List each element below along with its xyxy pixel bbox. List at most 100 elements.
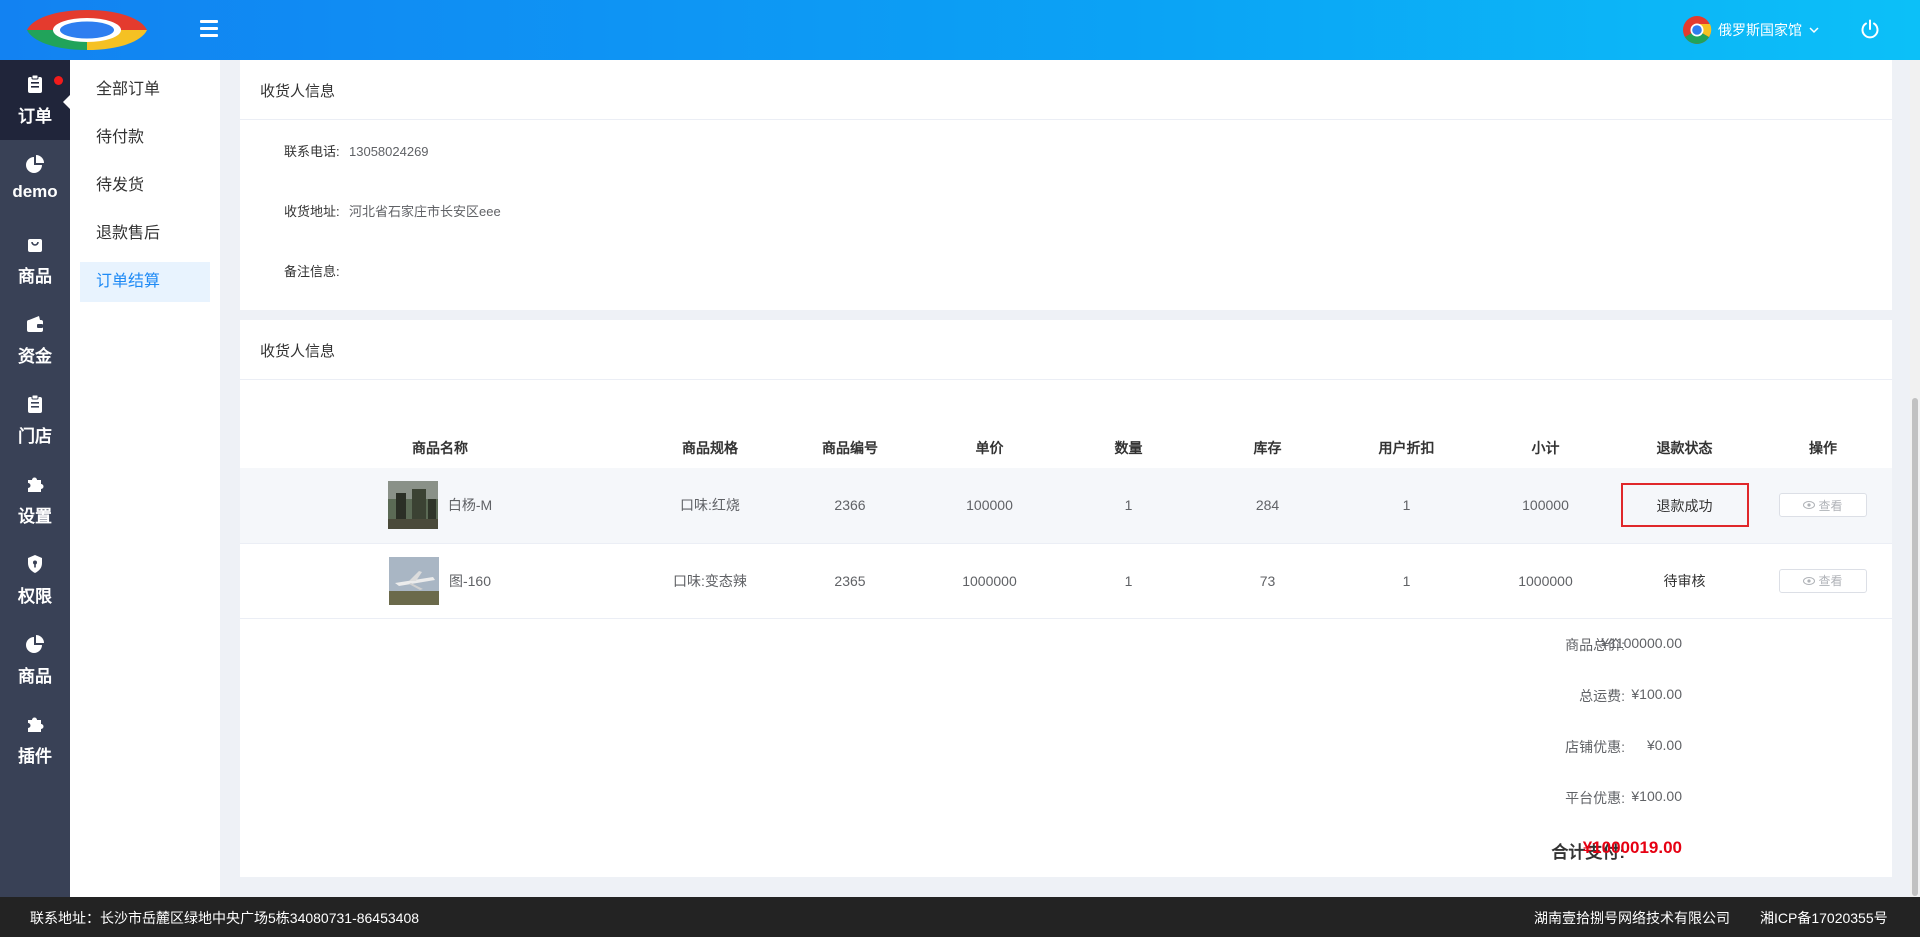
submenu-item-refunds[interactable]: 退款售后 bbox=[80, 214, 210, 254]
sidebar-item-settings[interactable]: 设置 bbox=[0, 460, 70, 540]
user-menu[interactable]: 俄罗斯国家馆 bbox=[1682, 15, 1820, 45]
column-header: 库存 bbox=[1253, 440, 1282, 456]
pie-chart-icon bbox=[26, 155, 44, 173]
goods-qty: 1 bbox=[1059, 543, 1198, 619]
submenu-item-settlement[interactable]: 订单结算 bbox=[80, 262, 210, 302]
total-price-value: ¥1100000.00 bbox=[1601, 635, 1682, 651]
phone-row: 联系电话: 13058024269 bbox=[284, 141, 429, 160]
submenu-item-pending-payment[interactable]: 待付款 bbox=[80, 118, 210, 158]
goods-discount: 1 bbox=[1337, 543, 1476, 619]
shield-icon bbox=[28, 555, 42, 573]
sidebar-item-plugins[interactable]: 插件 bbox=[0, 700, 70, 780]
column-header: 商品规格 bbox=[682, 440, 738, 456]
product-thumbnail[interactable] bbox=[388, 556, 439, 605]
view-button[interactable]: 查看 bbox=[1779, 568, 1867, 593]
goods-price: 100000 bbox=[920, 468, 1059, 544]
pay-total-value: ¥1000019.00 bbox=[1582, 838, 1682, 857]
footer-icp: 湘ICP备17020355号 bbox=[1760, 910, 1888, 926]
goods-subtotal: 100000 bbox=[1476, 468, 1615, 544]
submenu-item-all-orders[interactable]: 全部订单 bbox=[80, 70, 210, 110]
table-row: 白杨-M 口味:红烧 2366 100000 1 284 1 100000 退款… bbox=[240, 468, 1892, 544]
table-row: 图-160 口味:变态辣 2365 1000000 1 73 1 1000000… bbox=[240, 543, 1892, 619]
notification-dot bbox=[54, 76, 63, 85]
sidebar-item-label: 门店 bbox=[18, 427, 52, 446]
refund-status-cell: 退款成功 bbox=[1615, 468, 1754, 544]
sidebar-item-label: 设置 bbox=[18, 507, 52, 526]
submenu-item-pending-shipment[interactable]: 待发货 bbox=[80, 166, 210, 206]
goods-name: 图-160 bbox=[448, 572, 492, 589]
divider bbox=[240, 379, 1892, 380]
goods-discount: 1 bbox=[1337, 468, 1476, 544]
card-title: 收货人信息 bbox=[260, 343, 336, 360]
goods-name-cell: 图-160 bbox=[240, 543, 640, 619]
sidebar-item-label: 商品 bbox=[18, 267, 52, 286]
view-button[interactable]: 查看 bbox=[1779, 493, 1867, 518]
goods-name-wrap: 白杨-M bbox=[240, 481, 640, 530]
column-header: 商品编号 bbox=[822, 440, 878, 456]
divider bbox=[240, 119, 1892, 120]
page-footer: 联系地址：长沙市岳麓区绿地中央广场5栋34080731-86453408 湖南壹… bbox=[0, 897, 1920, 937]
sidebar-item-label: 插件 bbox=[18, 747, 52, 766]
sidebar-item-goods-2[interactable]: 商品 bbox=[0, 620, 70, 700]
goods-subtotal: 1000000 bbox=[1476, 543, 1615, 619]
column-header: 退款状态 bbox=[1656, 440, 1713, 456]
address-label: 收货地址: bbox=[284, 204, 340, 219]
remark-label: 备注信息: bbox=[284, 264, 340, 279]
logo-icon[interactable] bbox=[26, 9, 148, 51]
goods-price: 1000000 bbox=[920, 543, 1059, 619]
address-row: 收货地址: 河北省石家庄市长安区eee bbox=[284, 201, 501, 220]
goods-table: 商品名称 商品规格 商品编号 单价 数量 库存 用户折扣 小计 退款状态 操作 bbox=[240, 428, 1892, 619]
menu-toggle-icon[interactable] bbox=[200, 20, 218, 40]
goods-name: 白杨-M bbox=[447, 497, 493, 514]
sidebar-item-label: demo bbox=[12, 182, 58, 201]
order-submenu: 全部订单 待付款 待发货 退款售后 订单结算 bbox=[70, 60, 220, 897]
goods-stock: 73 bbox=[1198, 543, 1337, 619]
goods-code: 2365 bbox=[780, 543, 920, 619]
puzzle-icon bbox=[28, 477, 44, 492]
goods-card: 收货人信息 商品名称 商品规格 商品编号 单价 数量 库存 用户折扣 小计 退款… bbox=[240, 320, 1892, 877]
column-header: 单价 bbox=[975, 440, 1004, 456]
scrollbar-thumb[interactable] bbox=[1912, 398, 1918, 896]
main-sidebar: 订单 demo 商品 资金 门店 设置 权限 商品 插件 bbox=[0, 60, 71, 897]
column-header: 小计 bbox=[1531, 440, 1560, 456]
sidebar-item-orders[interactable]: 订单 bbox=[0, 60, 71, 140]
action-cell: 查看 bbox=[1754, 543, 1892, 619]
store-discount-value: ¥0.00 bbox=[1646, 737, 1682, 753]
refund-status: 待审核 bbox=[1615, 543, 1754, 619]
eye-icon bbox=[1803, 576, 1816, 585]
column-header: 用户折扣 bbox=[1378, 440, 1435, 456]
phone-label: 联系电话: bbox=[284, 144, 340, 159]
remark-row: 备注信息: bbox=[284, 261, 349, 280]
action-cell: 查看 bbox=[1754, 468, 1892, 544]
view-button-label: 查看 bbox=[1818, 498, 1843, 513]
shipping-value: ¥100.00 bbox=[1631, 686, 1682, 702]
address-value: 河北省石家庄市长安区eee bbox=[349, 204, 501, 219]
goods-qty: 1 bbox=[1059, 468, 1198, 544]
goods-spec: 口味:变态辣 bbox=[640, 543, 780, 619]
platform-discount-value: ¥100.00 bbox=[1631, 788, 1682, 804]
clipboard-icon bbox=[28, 74, 42, 93]
sidebar-item-goods[interactable]: 商品 bbox=[0, 220, 70, 300]
goods-name-cell: 白杨-M bbox=[240, 468, 640, 544]
view-button-label: 查看 bbox=[1818, 574, 1843, 588]
power-icon[interactable] bbox=[1859, 18, 1881, 40]
sidebar-item-stores[interactable]: 门店 bbox=[0, 380, 70, 460]
goods-stock: 284 bbox=[1198, 468, 1337, 544]
sidebar-item-permissions[interactable]: 权限 bbox=[0, 540, 70, 620]
sidebar-item-label: 订单 bbox=[18, 107, 52, 126]
receiver-info-card: 收货人信息 联系电话: 13058024269 收货地址: 河北省石家庄市长安区ee… bbox=[240, 60, 1892, 310]
product-thumbnail[interactable] bbox=[387, 481, 438, 530]
sidebar-item-funds[interactable]: 资金 bbox=[0, 300, 70, 380]
user-name: 俄罗斯国家馆 bbox=[1718, 22, 1802, 38]
goods-spec: 口味:红烧 bbox=[640, 468, 780, 544]
user-avatar-icon bbox=[1683, 16, 1712, 44]
sidebar-item-label: 商品 bbox=[18, 667, 52, 686]
sidebar-item-label: 权限 bbox=[18, 587, 52, 606]
puzzle-icon bbox=[28, 717, 44, 732]
column-header: 操作 bbox=[1809, 440, 1837, 456]
footer-company: 湖南壹拾捌号网络技术有限公司 bbox=[1534, 910, 1730, 926]
table-header-row: 商品名称 商品规格 商品编号 单价 数量 库存 用户折扣 小计 退款状态 操作 bbox=[240, 428, 1892, 468]
chevron-down-icon bbox=[1809, 27, 1819, 34]
goods-code: 2366 bbox=[780, 468, 920, 544]
sidebar-item-demo[interactable]: demo bbox=[0, 140, 70, 220]
